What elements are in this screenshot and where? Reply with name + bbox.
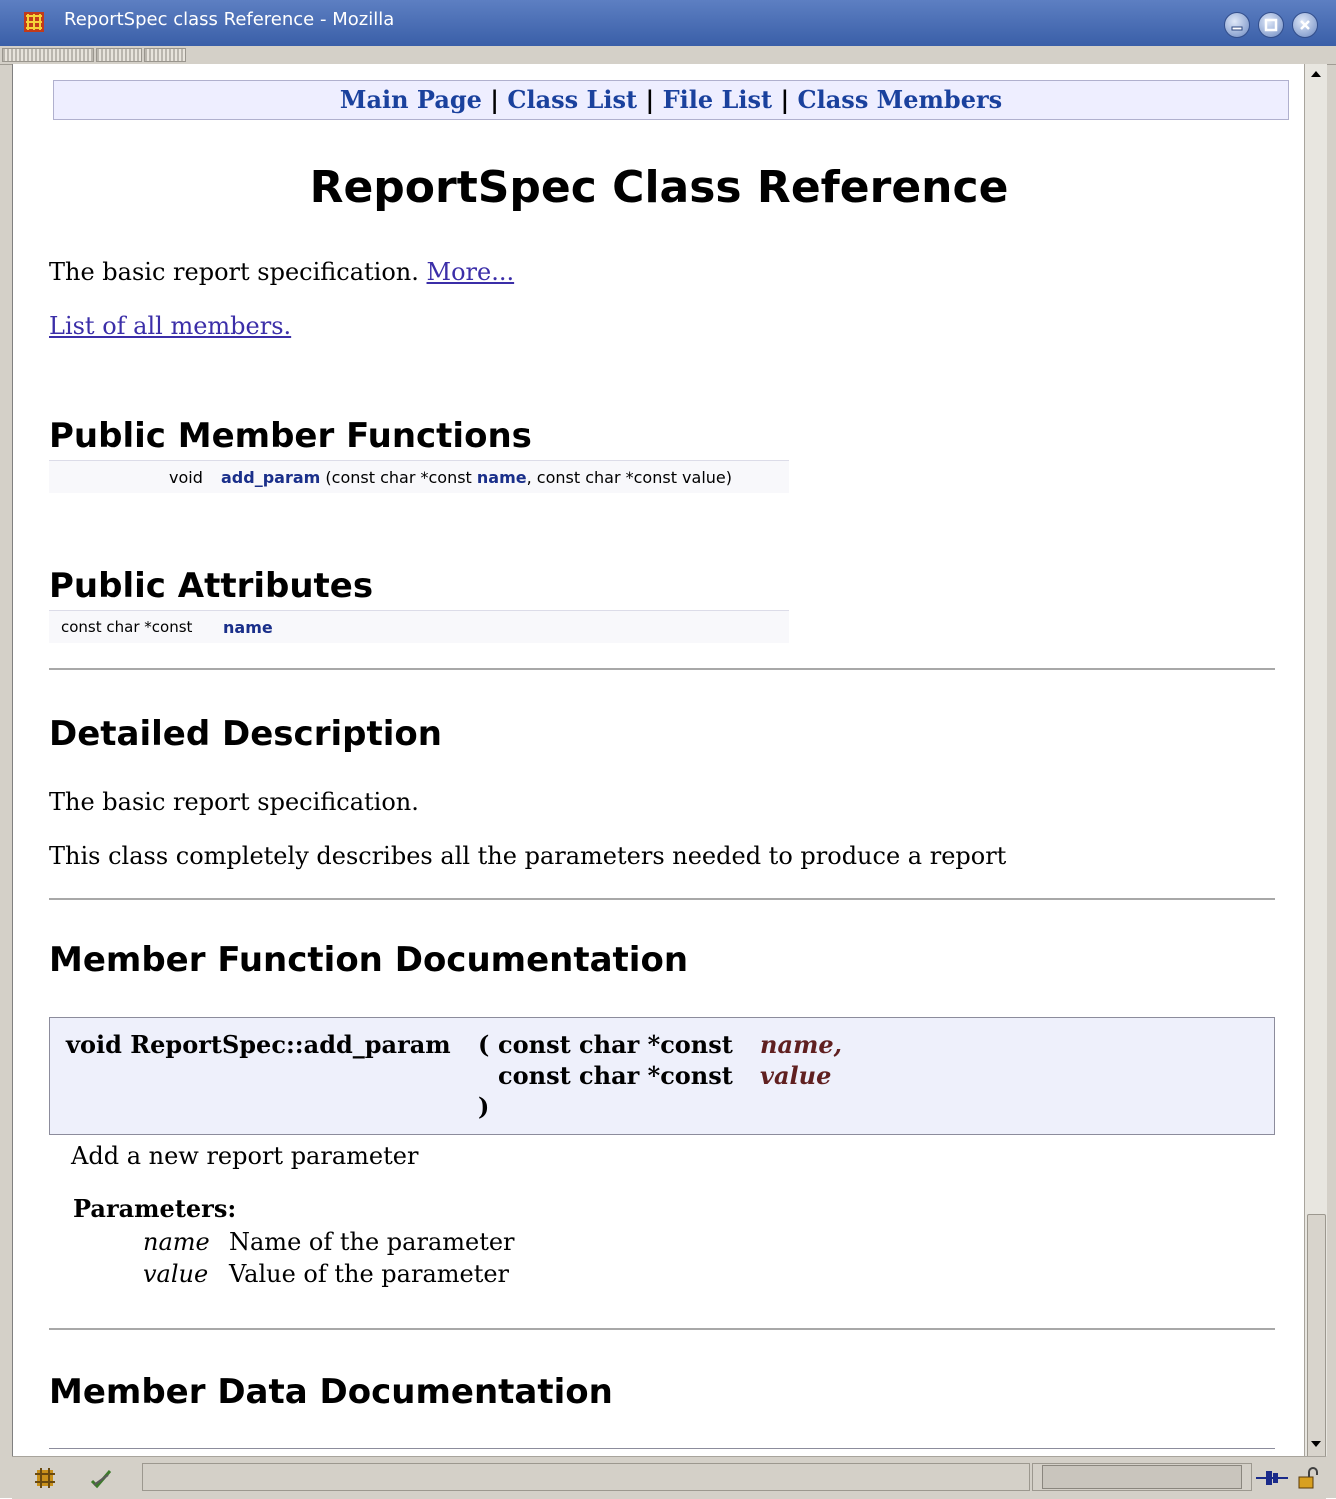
proto-param2-type: const char *const (498, 1061, 733, 1090)
vertical-scrollbar[interactable] (1304, 64, 1327, 1486)
nav-class-members-link[interactable]: Class Members (798, 85, 1003, 114)
attribute-name-link[interactable]: name (223, 618, 273, 637)
parameters-label: Parameters: (73, 1194, 237, 1223)
toolbar-grippy[interactable] (144, 48, 186, 62)
maximize-icon[interactable] (1258, 12, 1284, 38)
name-link[interactable]: name (477, 468, 527, 487)
public-attributes-heading: Public Attributes (49, 566, 374, 606)
detailed-line-2: This class completely describes all the … (49, 842, 1007, 870)
all-members-link[interactable]: List of all members. (49, 312, 291, 340)
nav-main-page-link[interactable]: Main Page (340, 85, 482, 114)
progress-bar (1042, 1465, 1242, 1489)
divider (49, 1328, 1275, 1330)
pen-check-icon[interactable] (88, 1465, 114, 1491)
mozilla-icon[interactable] (22, 10, 46, 34)
nav-separator: | (645, 85, 655, 114)
attribute-signature: name (223, 618, 273, 637)
divider (49, 668, 1275, 670)
page-content: Main Page | Class List | File List | Cla… (12, 64, 1305, 1456)
param-description: Value of the parameter (229, 1260, 510, 1288)
function-description: Add a new report parameter (71, 1142, 419, 1170)
page-title: ReportSpec Class Reference (309, 162, 1009, 213)
close-icon[interactable] (1292, 12, 1318, 38)
function-prototype-box: void ReportSpec::add_param ( const char … (49, 1017, 1275, 1135)
param-name: name (143, 1228, 210, 1256)
param-description: Name of the parameter (229, 1228, 515, 1256)
nav-separator: | (490, 85, 500, 114)
nav-class-list-link[interactable]: Class List (507, 85, 637, 114)
doxygen-navbar: Main Page | Class List | File List | Cla… (53, 80, 1289, 120)
status-bar (12, 1456, 1326, 1499)
mozilla-component-icon[interactable] (32, 1465, 58, 1491)
member-signature: add_param (const char *const name, const… (221, 468, 732, 487)
browser-window: ReportSpec class Reference - Mozilla Mai… (0, 0, 1336, 1499)
title-bar[interactable]: ReportSpec class Reference - Mozilla (0, 0, 1336, 46)
status-text-field (142, 1463, 1030, 1491)
proto-signature: void ReportSpec::add_param (66, 1030, 451, 1059)
attribute-type: const char *const (61, 618, 193, 636)
attribute-row: const char *const name (49, 610, 789, 643)
proto-open-paren: ( (478, 1030, 490, 1059)
divider (49, 898, 1275, 900)
proto-param2-name: value (760, 1061, 832, 1090)
scroll-down-arrow-icon[interactable] (1308, 1436, 1324, 1452)
detailed-description-heading: Detailed Description (49, 714, 442, 754)
detailed-line-1: The basic report specification. (49, 788, 419, 816)
window-title: ReportSpec class Reference - Mozilla (64, 9, 395, 30)
toolbar-grippy[interactable] (2, 48, 94, 62)
member-function-row: void add_param (const char *const name, … (49, 460, 789, 493)
nav-file-list-link[interactable]: File List (663, 85, 773, 114)
brief-text: The basic report specification. (49, 258, 419, 286)
args-suffix: , const char *const value) (526, 468, 732, 487)
param-name: value (143, 1260, 209, 1288)
proto-close-paren: ) (478, 1092, 490, 1121)
brief-description: The basic report specification. More... (49, 258, 514, 286)
nav-separator: | (780, 85, 790, 114)
proto-param1-type: const char *const (498, 1030, 733, 1059)
member-function-documentation-heading: Member Function Documentation (49, 940, 689, 980)
public-member-functions-heading: Public Member Functions (49, 416, 532, 456)
memproto-top-edge (49, 1448, 1275, 1449)
member-return-type: void (169, 468, 203, 487)
online-connection-icon[interactable] (1254, 1465, 1290, 1491)
unlocked-padlock-icon[interactable] (1294, 1465, 1320, 1491)
member-data-documentation-heading: Member Data Documentation (49, 1372, 613, 1412)
more-link[interactable]: More... (427, 258, 515, 286)
add-param-link[interactable]: add_param (221, 468, 320, 487)
toolbar-grippy[interactable] (96, 48, 142, 62)
args-prefix: (const char *const (325, 468, 472, 487)
minimize-icon[interactable] (1224, 12, 1250, 38)
proto-param1-name: name, (760, 1030, 843, 1059)
scroll-up-arrow-icon[interactable] (1308, 66, 1324, 82)
all-members-paragraph: List of all members. (49, 312, 291, 340)
collapsed-toolbars (0, 46, 1336, 65)
